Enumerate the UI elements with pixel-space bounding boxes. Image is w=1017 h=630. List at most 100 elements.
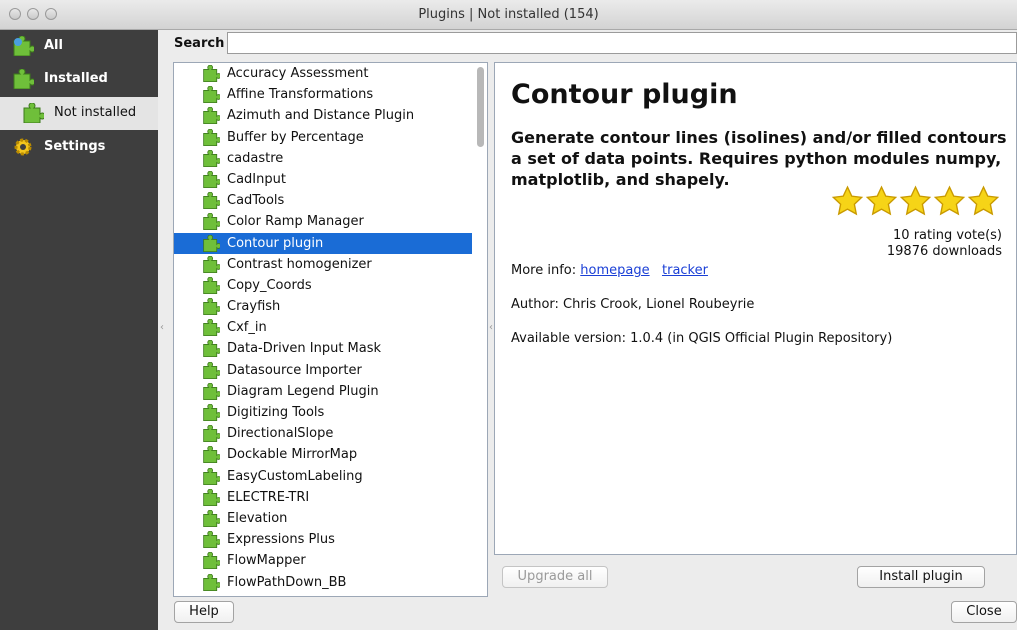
plugin-list-item[interactable]: Diagram Legend Plugin — [174, 381, 472, 402]
help-button[interactable]: Help — [174, 601, 234, 623]
plugin-title: Contour plugin — [511, 79, 738, 110]
puzzle-piece-icon — [202, 276, 222, 294]
plugin-list-item[interactable]: Azimuth and Distance Plugin — [174, 105, 472, 126]
plugin-name: Crayfish — [227, 299, 281, 315]
upgrade-all-button[interactable]: Upgrade all — [502, 566, 608, 588]
star-icon — [831, 185, 864, 222]
plugin-name: Dockable MirrorMap — [227, 447, 358, 463]
puzzle-piece-icon — [202, 191, 222, 210]
sidebar-item-installed[interactable]: Installed — [0, 63, 158, 96]
plugin-list-item[interactable]: Accuracy Assessment — [174, 63, 472, 84]
puzzle-piece-icon — [202, 255, 222, 273]
plugin-name: Affine Transformations — [227, 87, 374, 103]
close-button[interactable]: Close — [951, 601, 1017, 623]
title-bar: Plugins | Not installed (154) — [0, 0, 1017, 30]
puzzle-piece-icon — [202, 64, 222, 83]
splitter-handle-right[interactable]: ‹ — [489, 322, 493, 333]
tracker-link[interactable]: tracker — [662, 263, 708, 278]
sidebar: All Installed Not installed Settings — [0, 30, 158, 630]
puzzle-piece-icon — [202, 573, 222, 591]
plugin-version: Available version: 1.0.4 (in QGIS Offici… — [511, 331, 893, 346]
plugin-list-item[interactable]: Datasource Importer — [174, 360, 472, 381]
plugin-list-item[interactable]: Crayfish — [174, 296, 472, 317]
plugin-name: CadTools — [227, 193, 285, 209]
puzzle-piece-icon — [202, 488, 222, 506]
plugin-name: Data-Driven Input Mask — [227, 341, 382, 357]
plugin-list-item[interactable]: FlowPathDown_BB — [174, 572, 472, 593]
puzzle-piece-icon — [202, 297, 222, 316]
plugin-list-item[interactable]: Expressions Plus — [174, 529, 472, 550]
plugin-list-item[interactable]: CadInput — [174, 169, 472, 190]
sidebar-item-label: Settings — [44, 139, 106, 154]
plugin-list-scrollbar[interactable] — [475, 65, 485, 596]
sidebar-item-settings[interactable]: Settings — [0, 131, 158, 164]
puzzle-piece-icon — [202, 530, 222, 549]
install-plugin-button[interactable]: Install plugin — [857, 566, 985, 588]
plugin-list-item[interactable]: Buffer by Percentage — [174, 127, 472, 148]
plugin-list-item[interactable]: Affine Transformations — [174, 84, 472, 105]
plugin-name: cadastre — [227, 150, 284, 166]
puzzle-piece-icon — [202, 467, 222, 485]
plugin-description: Generate contour lines (isolines) and/or… — [511, 128, 1007, 189]
sidebar-item-label: Installed — [44, 71, 108, 86]
plugin-name: ELECTRE-TRI — [227, 489, 310, 505]
puzzle-piece-icon — [202, 424, 222, 443]
plugin-list-item[interactable]: DirectionalSlope — [174, 423, 472, 444]
sidebar-item-not-installed[interactable]: Not installed — [0, 97, 158, 130]
scrollbar-thumb[interactable] — [477, 67, 484, 147]
plugin-name: Expressions Plus — [227, 532, 335, 548]
sidebar-item-all[interactable]: All — [0, 30, 158, 63]
plugins-window: Plugins | Not installed (154) All Instal… — [0, 0, 1017, 630]
puzzle-piece-icon — [202, 382, 222, 400]
puzzle-piece-icon — [202, 128, 222, 146]
plugin-list-item[interactable]: Copy_Coords — [174, 275, 472, 296]
puzzle-piece-icon — [202, 149, 222, 167]
splitter-handle-left[interactable]: ‹ — [160, 322, 164, 333]
plugin-name: DirectionalSlope — [227, 426, 334, 442]
sidebar-item-label: All — [44, 38, 63, 53]
plugin-name: FlowMapper — [227, 553, 306, 569]
plugin-name: Copy_Coords — [227, 277, 312, 293]
puzzle-piece-icon — [202, 340, 222, 358]
search-input[interactable] — [227, 32, 1017, 54]
plugin-list-item[interactable]: Data-Driven Input Mask — [174, 338, 472, 359]
plugin-list-item[interactable]: Elevation — [174, 508, 472, 529]
plugin-list-item[interactable]: Contrast homogenizer — [174, 254, 472, 275]
plugin-list-item[interactable]: cadastre — [174, 148, 472, 169]
plugin-list-item[interactable]: CadTools — [174, 190, 472, 211]
plugin-name: Digitizing Tools — [227, 405, 325, 420]
plugin-name: Accuracy Assessment — [227, 66, 369, 81]
plugin-details-panel: Contour plugin Generate contour lines (i… — [494, 62, 1017, 555]
window-title: Plugins | Not installed (154) — [418, 7, 599, 22]
plugin-list-item[interactable]: Dockable MirrorMap — [174, 444, 472, 465]
puzzle-not-installed-icon — [22, 102, 46, 124]
puzzle-piece-icon — [202, 318, 222, 337]
gear-icon — [12, 137, 34, 157]
plugin-author: Author: Chris Crook, Lionel Roubeyrie — [511, 297, 755, 312]
plugin-name: Elevation — [227, 510, 288, 526]
plugin-list-item[interactable]: EasyCustomLabeling — [174, 466, 472, 487]
rating-votes: 10 rating vote(s) — [893, 228, 1002, 243]
plugin-name: Datasource Importer — [227, 362, 362, 378]
homepage-link[interactable]: homepage — [580, 263, 649, 278]
plugin-list-item[interactable]: Contour plugin — [174, 232, 472, 254]
plugin-name: Contrast homogenizer — [227, 256, 372, 272]
plugin-list-item[interactable]: Cxf_in — [174, 317, 472, 338]
puzzle-piece-icon — [202, 509, 222, 528]
plugin-list-item[interactable]: ELECTRE-TRI — [174, 487, 472, 508]
more-info: More info: homepage tracker — [511, 263, 708, 278]
more-info-label: More info: — [511, 263, 577, 278]
plugin-name: Diagram Legend Plugin — [227, 383, 379, 399]
plugin-list[interactable]: Accuracy Assessment Affine Transformation… — [173, 62, 488, 597]
plugin-name: Cxf_in — [227, 320, 267, 336]
plugin-list-items: Accuracy Assessment Affine Transformation… — [174, 63, 472, 593]
plugin-list-item[interactable]: FlowMapper — [174, 550, 472, 571]
plugin-name: Azimuth and Distance Plugin — [227, 108, 415, 124]
star-icon — [865, 185, 898, 222]
plugin-list-item[interactable]: Digitizing Tools — [174, 402, 472, 423]
star-icon — [899, 185, 932, 222]
plugin-list-item[interactable]: Color Ramp Manager — [174, 211, 472, 232]
download-count: 19876 downloads — [886, 244, 1002, 259]
puzzle-all-icon — [12, 35, 36, 57]
plugin-name: Color Ramp Manager — [227, 214, 364, 230]
